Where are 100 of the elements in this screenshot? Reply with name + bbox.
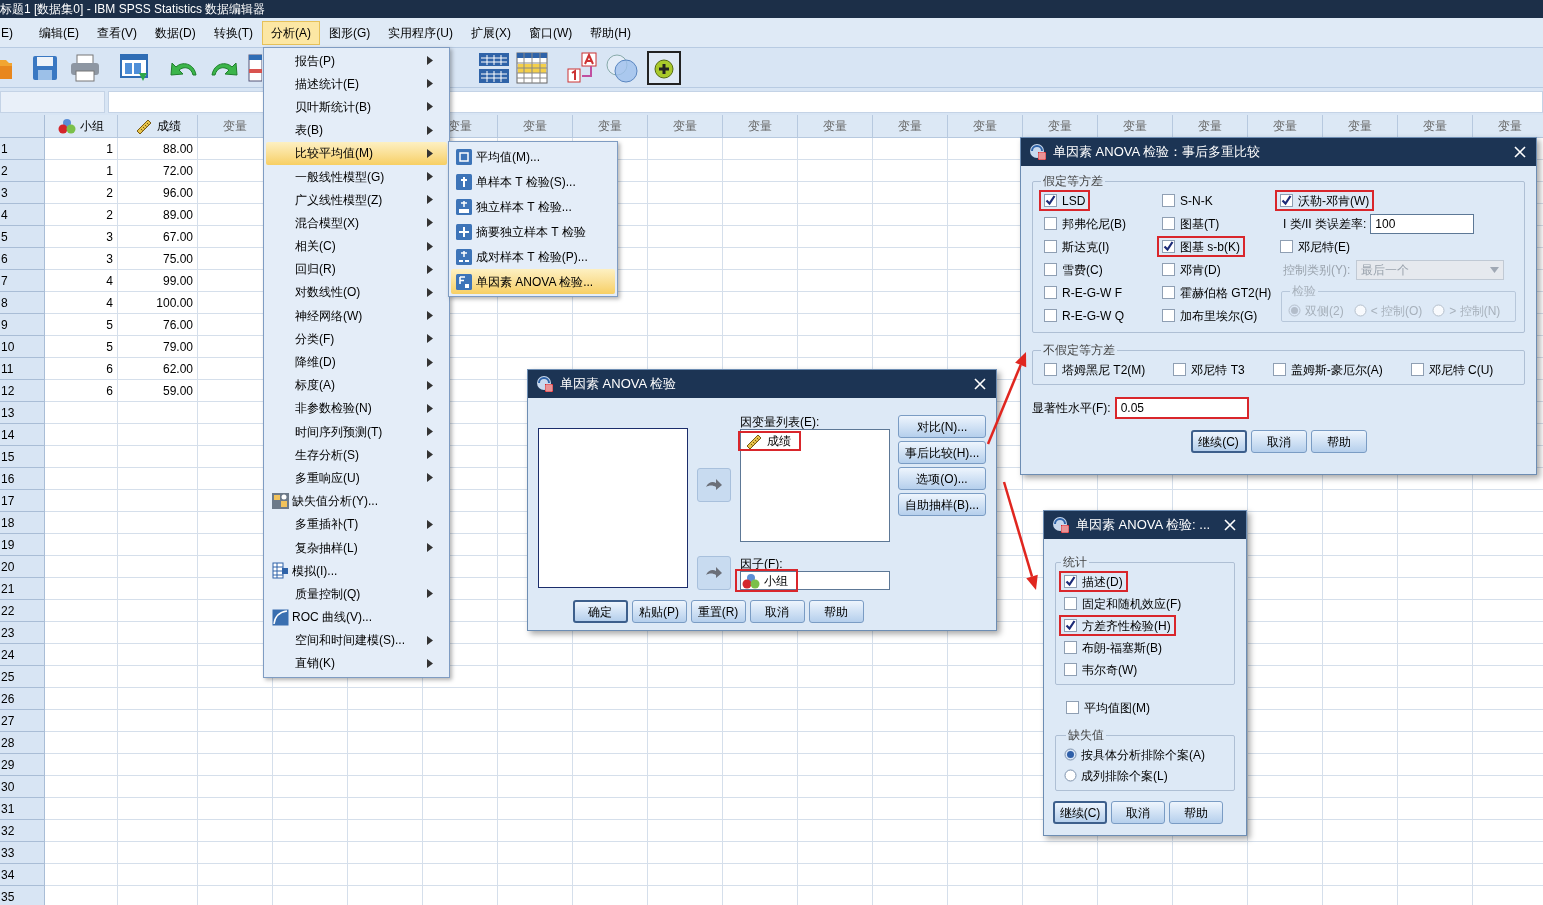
menu-item[interactable]: 查看(V) <box>88 20 146 45</box>
menu-item[interactable]: 数据(D) <box>146 20 205 45</box>
radio-button[interactable]: 成列排除个案(L) <box>1064 765 1226 786</box>
menu-item[interactable]: 标度(A) <box>266 373 447 397</box>
checkbox[interactable]: 霍赫伯格 GT2(H) <box>1157 282 1277 303</box>
menu-item[interactable]: 空间和时间建模(S)... <box>266 628 447 652</box>
checkbox[interactable]: 塔姆黑尼 T2(M) <box>1039 359 1151 380</box>
dialog-button[interactable]: 自助抽样(B)... <box>898 493 986 516</box>
column-header[interactable]: 变量 <box>1098 115 1173 138</box>
checkbox[interactable]: 邓肯(D) <box>1157 259 1226 280</box>
dialog-icon[interactable] <box>120 52 150 83</box>
menu-item[interactable]: 分类(F) <box>266 327 447 351</box>
column-header[interactable]: 成绩 <box>118 115 198 138</box>
dialog-button[interactable]: 取消 <box>749 600 805 623</box>
dialog-button[interactable]: 帮助 <box>1310 430 1367 453</box>
row-number[interactable]: 1 <box>0 138 45 160</box>
value-labels-icon[interactable] <box>567 51 599 84</box>
move-button[interactable] <box>697 468 731 502</box>
menu-item[interactable]: 报告(P) <box>266 49 447 73</box>
row-number[interactable]: 16 <box>0 468 45 490</box>
checkbox[interactable]: 平均值图(M) <box>1061 697 1155 718</box>
checkbox[interactable]: 邦弗伦尼(B) <box>1039 213 1131 234</box>
dialog-button[interactable]: 取消 <box>1250 430 1307 453</box>
column-header[interactable]: 变量 <box>948 115 1023 138</box>
checkbox[interactable]: 方差齐性检验(H) <box>1059 615 1176 636</box>
close-icon[interactable] <box>974 378 986 390</box>
dialog-button[interactable]: 帮助 <box>808 600 864 623</box>
row-number[interactable]: 35 <box>0 886 45 905</box>
checkbox[interactable]: 加布里埃尔(G) <box>1157 305 1263 326</box>
row-number[interactable]: 30 <box>0 776 45 798</box>
column-header[interactable]: 小组 <box>45 115 118 138</box>
row-number[interactable]: 3 <box>0 182 45 204</box>
dialog-button[interactable]: 对比(N)... <box>898 415 986 438</box>
checkbox[interactable]: 雪费(C) <box>1039 259 1108 280</box>
checkbox[interactable]: 沃勒-邓肯(W) <box>1275 190 1375 211</box>
checkbox[interactable]: LSD <box>1039 190 1091 211</box>
menu-item[interactable]: 回归(R) <box>266 257 447 281</box>
circles-icon[interactable] <box>605 51 639 84</box>
row-number[interactable]: 10 <box>0 336 45 358</box>
column-header[interactable]: 变量 <box>648 115 723 138</box>
menu-item[interactable]: 缺失值分析(Y)... <box>266 489 447 513</box>
close-icon[interactable] <box>1224 519 1236 531</box>
table-icon[interactable] <box>248 52 262 83</box>
checkbox[interactable]: 斯达克(I) <box>1039 236 1115 257</box>
menu-item[interactable]: 扩展(X) <box>462 20 520 45</box>
column-header[interactable]: 变量 <box>1023 115 1098 138</box>
row-number[interactable]: 21 <box>0 578 45 600</box>
checkbox[interactable]: 图基 s-b(K) <box>1157 236 1245 257</box>
row-number[interactable]: 4 <box>0 204 45 226</box>
menu-item[interactable]: 转换(T) <box>204 20 262 45</box>
row-number[interactable]: 2 <box>0 160 45 182</box>
row-number[interactable]: 27 <box>0 710 45 732</box>
dialog-button[interactable]: 继续(C) <box>1053 801 1107 824</box>
radio-button[interactable]: 按具体分析排除个案(A) <box>1064 744 1226 765</box>
checkbox[interactable]: R-E-G-W Q <box>1039 305 1129 326</box>
menu-item[interactable]: 相关(C) <box>266 234 447 258</box>
table-icon[interactable] <box>478 51 510 84</box>
variable-list[interactable] <box>538 428 688 588</box>
checkbox[interactable]: R-E-G-W F <box>1039 282 1127 303</box>
column-header[interactable]: 变量 <box>573 115 648 138</box>
dialog-button[interactable]: 取消 <box>1111 801 1165 824</box>
row-number[interactable]: 18 <box>0 512 45 534</box>
menu-item[interactable]: 单样本 T 检验(S)... <box>451 169 615 194</box>
row-number[interactable]: 15 <box>0 446 45 468</box>
save-icon[interactable] <box>32 54 58 81</box>
menu-item[interactable]: ROC 曲线(V)... <box>266 605 447 629</box>
menu-item[interactable]: 单因素 ANOVA 检验... <box>451 269 615 294</box>
menu-item[interactable]: 非参数检验(N) <box>266 396 447 420</box>
checkbox[interactable]: 布朗-福塞斯(B) <box>1059 637 1167 658</box>
close-icon[interactable] <box>1514 146 1526 158</box>
row-number[interactable]: 25 <box>0 666 45 688</box>
menu-item[interactable]: 帮助(H) <box>581 20 640 45</box>
menu-item[interactable]: 图形(G) <box>320 20 380 45</box>
printer-icon[interactable] <box>70 53 100 82</box>
row-number[interactable]: 5 <box>0 226 45 248</box>
menu-item[interactable]: 广义线性模型(Z) <box>266 188 447 212</box>
list-item[interactable]: 成绩 <box>738 431 801 451</box>
menu-item[interactable]: 描述统计(E) <box>266 72 447 96</box>
dialog-button[interactable]: 帮助 <box>1169 801 1223 824</box>
menu-item[interactable]: 编辑(E) <box>30 20 88 45</box>
menu-item[interactable]: 实用程序(U) <box>379 20 462 45</box>
row-number[interactable]: 31 <box>0 798 45 820</box>
dialog-button[interactable]: 选项(O)... <box>898 467 986 490</box>
menu-item[interactable]: 成对样本 T 检验(P)... <box>451 244 615 269</box>
row-number[interactable]: 29 <box>0 754 45 776</box>
row-number[interactable]: 17 <box>0 490 45 512</box>
row-number[interactable]: 23 <box>0 622 45 644</box>
row-number[interactable]: 8 <box>0 292 45 314</box>
row-number[interactable]: 7 <box>0 270 45 292</box>
column-header[interactable]: 变量 <box>1323 115 1398 138</box>
row-number[interactable]: 28 <box>0 732 45 754</box>
menu-item[interactable]: 质量控制(Q) <box>266 582 447 606</box>
column-header[interactable]: 变量 <box>1248 115 1323 138</box>
corner-cell[interactable] <box>0 115 45 138</box>
menu-item[interactable]: 窗口(W) <box>520 20 582 45</box>
checkbox[interactable]: 邓尼特 C(U) <box>1405 359 1499 380</box>
menu-item[interactable]: 神经网络(W) <box>266 304 447 328</box>
dialog-button[interactable]: 确定 <box>572 600 628 623</box>
menu-item[interactable]: 独立样本 T 检验... <box>451 194 615 219</box>
dialog-button[interactable]: 继续(C) <box>1190 430 1247 453</box>
